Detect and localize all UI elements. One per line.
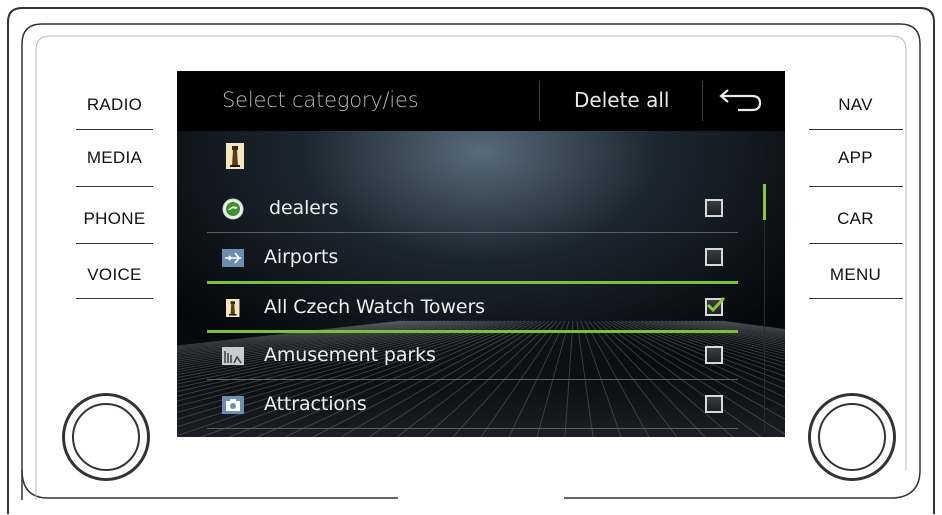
divider	[76, 243, 153, 244]
list-item-label: Amusement parks	[264, 344, 436, 366]
divider	[207, 232, 738, 233]
list-item[interactable]: Amusement parks	[207, 332, 738, 380]
skoda-logo-icon	[222, 198, 244, 220]
nav-button[interactable]: NAV	[817, 77, 894, 133]
phone-button[interactable]: PHONE	[76, 191, 153, 247]
divider	[76, 186, 153, 187]
car-button[interactable]: CAR	[817, 191, 894, 247]
checkbox-checked[interactable]	[705, 296, 726, 316]
scrollbar-thumb[interactable]	[763, 184, 766, 220]
camera-icon	[222, 396, 244, 414]
list-item-label: dealers	[269, 197, 339, 219]
voice-button[interactable]: VOICE	[76, 247, 153, 303]
divider	[207, 379, 738, 380]
list-item-label: Attractions	[264, 393, 367, 415]
category-header-icon	[226, 143, 244, 169]
checkbox[interactable]	[705, 199, 723, 217]
divider	[809, 186, 903, 187]
page-title: Select category/ies	[222, 88, 419, 112]
checkbox[interactable]	[705, 248, 723, 266]
tune-knob[interactable]	[808, 393, 896, 481]
list-item-label: All Czech Watch Towers	[264, 296, 485, 318]
app-button[interactable]: APP	[817, 130, 894, 186]
screen-header: Select category/ies Delete all	[177, 71, 785, 131]
divider	[809, 243, 903, 244]
divider	[809, 298, 903, 299]
infotainment-screen: Select category/ies Delete all dealers A…	[177, 71, 785, 437]
list-item[interactable]: dealers	[207, 185, 738, 233]
watch-tower-icon	[226, 299, 240, 317]
list-item[interactable]: Airports	[207, 234, 738, 282]
scrollbar-track	[764, 221, 765, 431]
radio-button[interactable]: RADIO	[76, 77, 153, 133]
media-button[interactable]: MEDIA	[76, 130, 153, 186]
volume-knob[interactable]	[62, 393, 150, 481]
list-item[interactable]: Attractions	[207, 381, 738, 429]
list-item[interactable]: All Czech Watch Towers	[207, 284, 738, 332]
divider	[76, 298, 153, 299]
back-button[interactable]	[702, 83, 772, 119]
divider	[207, 428, 738, 429]
airport-icon	[222, 249, 244, 267]
amusement-park-icon	[222, 347, 244, 365]
checkbox[interactable]	[705, 346, 723, 364]
delete-all-button[interactable]: Delete all	[574, 88, 669, 112]
checkmark-icon	[706, 296, 726, 313]
checkbox[interactable]	[705, 395, 723, 413]
back-arrow-icon	[719, 89, 762, 112]
header-separator	[539, 81, 540, 121]
list-item-label: Airports	[264, 246, 339, 268]
watch-tower-icon	[226, 143, 244, 169]
menu-button[interactable]: MENU	[817, 247, 894, 303]
